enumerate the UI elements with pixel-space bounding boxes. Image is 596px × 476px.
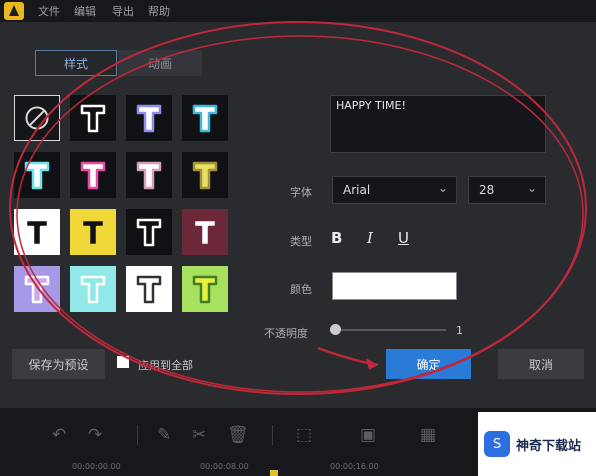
opacity-label: 不透明度 [264,327,308,340]
delete-trash-icon[interactable]: 🗑 [227,425,249,445]
style-preset-tile[interactable] [126,209,172,255]
watermark-text: 神奇下载站 [516,438,582,454]
redo-icon[interactable]: ↷ [88,425,102,445]
opacity-value: 1 [456,324,463,337]
font-family-value: Arial [343,183,371,197]
style-preset-tile[interactable] [70,95,116,141]
apply-to-all-label: 应用到全部 [138,359,193,372]
text-t-icon [80,218,106,247]
style-preset-tile[interactable] [70,152,116,198]
toolbar-divider [272,425,273,445]
underline-button[interactable]: U [398,229,409,247]
save-as-preset-button[interactable]: 保存为预设 [12,349,105,379]
text-t-icon [136,104,162,133]
watermark-logo: S [484,431,510,457]
scissors-icon[interactable]: ✂ [192,425,206,445]
style-preset-tile[interactable] [70,209,116,255]
style-preset-tile[interactable] [182,209,228,255]
text-t-icon [136,161,162,190]
text-t-icon [136,275,162,304]
bold-button[interactable]: B [331,229,342,247]
text-color-swatch[interactable] [332,272,457,300]
opacity-slider-track[interactable] [336,329,446,331]
style-preset-tile[interactable] [126,95,172,141]
text-t-icon [80,104,106,133]
time-mark: 00:00:16.00 [330,462,379,471]
font-size-select[interactable]: 28 ⌄ [468,176,546,204]
menu-edit[interactable]: 编辑 [74,3,96,19]
style-preset-tile[interactable] [182,266,228,312]
chevron-down-icon: ⌄ [437,181,448,195]
type-label: 类型 [290,235,312,248]
text-t-icon [192,104,218,133]
menu-help[interactable]: 帮助 [148,3,170,19]
font-label: 字体 [290,186,312,199]
menu-export[interactable]: 导出 [112,3,134,19]
watermark: S 神奇下载站 [478,412,596,476]
font-family-select[interactable]: Arial ⌄ [332,176,457,204]
text-t-icon [136,218,162,247]
time-mark: 00:00:00.00 [72,462,121,471]
mosaic-icon[interactable]: ▦ [420,425,436,445]
undo-icon[interactable]: ↶ [52,425,66,445]
tab-style[interactable]: 样式 [35,50,117,76]
text-t-icon [192,161,218,190]
apply-to-all-checkbox[interactable] [117,356,129,368]
menu-bar: 文件 编辑 导出 帮助 [0,0,596,22]
style-preset-tile[interactable] [14,209,60,255]
style-preset-tile[interactable] [182,152,228,198]
text-t-icon [80,275,106,304]
style-preset-tile[interactable] [126,152,172,198]
text-content-input[interactable]: HAPPY TIME! [330,95,546,153]
style-preset-tile[interactable] [14,152,60,198]
style-preset-tile[interactable] [14,95,60,141]
playhead-marker[interactable] [270,470,278,476]
style-preset-tile[interactable] [14,266,60,312]
ok-button[interactable]: 确定 [386,349,471,379]
style-preset-tile[interactable] [70,266,116,312]
text-t-icon [80,161,106,190]
color-label: 颜色 [290,283,312,296]
time-mark: 00:00:08.00 [200,462,249,471]
italic-button[interactable]: I [367,229,373,247]
style-preset-tile[interactable] [126,266,172,312]
toolbar-divider [137,425,138,445]
menu-file[interactable]: 文件 [38,3,60,19]
crop-icon[interactable]: ⬚ [296,425,312,445]
tab-animation[interactable]: 动画 [118,50,202,76]
style-preset-tile[interactable] [182,95,228,141]
text-t-icon [24,218,50,247]
font-size-value: 28 [479,183,495,197]
edit-pencil-icon[interactable]: ✎ [157,425,171,445]
text-t-icon [24,275,50,304]
image-icon[interactable]: ▣ [360,425,376,445]
no-style-icon [25,106,49,130]
cancel-button[interactable]: 取消 [498,349,584,379]
chevron-down-icon: ⌄ [526,181,537,195]
opacity-slider-handle[interactable] [330,324,341,335]
app-logo [4,2,24,20]
text-t-icon [192,275,218,304]
text-t-icon [192,218,218,247]
text-t-icon [24,161,50,190]
